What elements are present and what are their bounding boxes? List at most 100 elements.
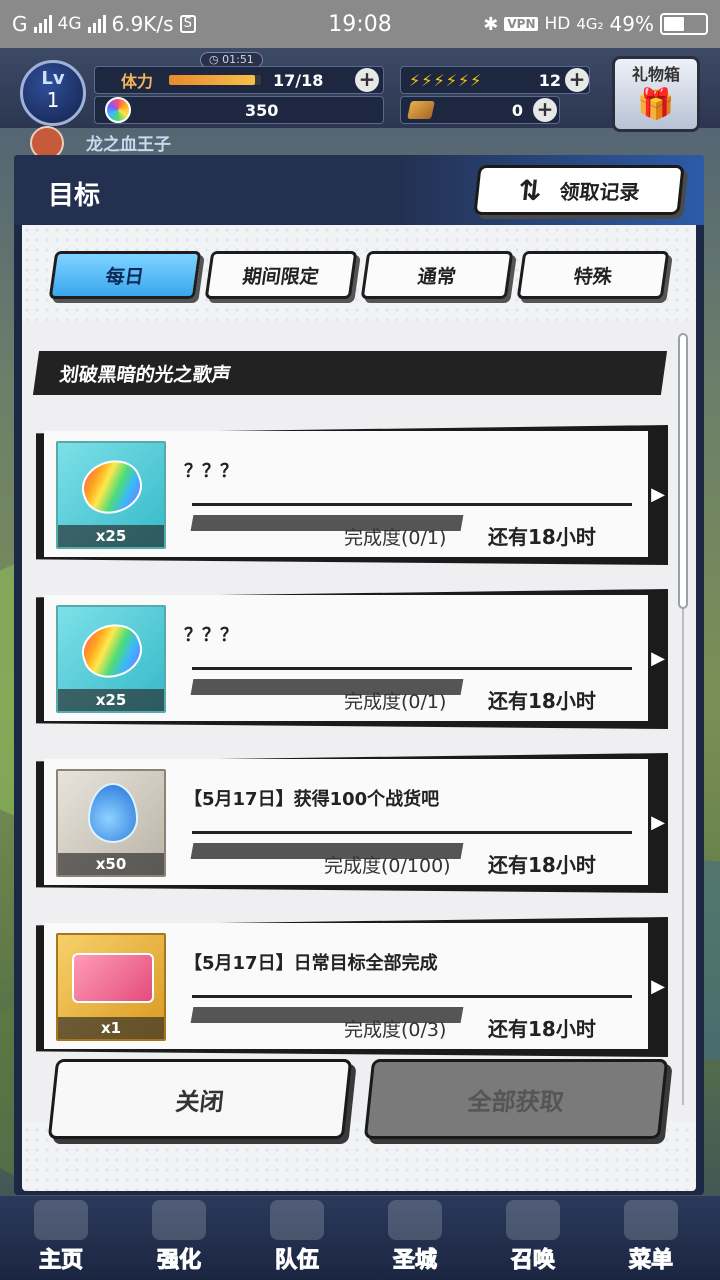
divider	[192, 503, 632, 506]
nav-label: 圣城	[392, 1248, 437, 1274]
book-icon	[624, 1200, 678, 1240]
stamina-bar	[169, 75, 261, 85]
carrier-label: G	[12, 12, 28, 36]
progress-text: 完成度(0/1)	[344, 527, 447, 549]
add-bolts-button[interactable]: +	[565, 68, 589, 92]
progress-text: 完成度(0/1)	[344, 691, 447, 713]
reward-icon: x1	[56, 933, 166, 1041]
tab-daily[interactable]: 每日	[48, 251, 202, 299]
water-drop-icon	[88, 783, 138, 843]
lightning-bolts-icon: ⚡⚡⚡⚡⚡⚡	[409, 70, 482, 90]
signal-strength-icon	[33, 15, 52, 33]
claim-all-label: 全部获取	[466, 1087, 566, 1116]
nav-label: 队伍	[274, 1248, 319, 1274]
section-header: 划破黑暗的光之歌声	[32, 351, 668, 395]
claim-records-label: 领取记录	[558, 179, 641, 204]
section-title: 划破黑暗的光之歌声	[58, 363, 233, 386]
chevron-right-icon[interactable]: ▶	[648, 431, 668, 557]
gems-row: 350	[94, 96, 384, 124]
close-button[interactable]: 关闭	[47, 1059, 353, 1139]
nav-label: 主页	[38, 1248, 83, 1274]
reward-icon: x25	[56, 605, 166, 713]
tab-normal[interactable]: 通常	[360, 251, 514, 299]
hd-label: HD	[544, 14, 571, 34]
reward-count: x1	[58, 1017, 164, 1039]
task-item[interactable]: x1 【5月17日】日常目标全部完成 完成度(0/3) 还有18小时 ▶	[36, 917, 668, 1057]
remaining-time: 还有18小时	[488, 525, 596, 549]
tab-normal-label: 通常	[416, 265, 458, 288]
vpn-badge: VPN	[504, 17, 539, 31]
home-icon	[34, 1200, 88, 1240]
nav-team[interactable]: 队伍	[242, 1200, 352, 1278]
chevron-right-icon[interactable]: ▶	[648, 595, 668, 721]
progress-text: 完成度(0/100)	[324, 855, 451, 877]
chevron-right-icon[interactable]: ▶	[648, 759, 668, 885]
ticket-icon	[72, 953, 154, 1003]
nav-label: 召唤	[510, 1248, 555, 1274]
nav-summon[interactable]: 召唤	[478, 1200, 588, 1278]
dialog-title: 目标	[48, 181, 101, 211]
tab-limited-label: 期间限定	[241, 265, 321, 288]
signal-strength-icon-2	[87, 15, 106, 33]
task-item[interactable]: x25 ？？？ 完成度(0/1) 还有18小时 ▶	[36, 425, 668, 565]
task-name: 【5月17日】日常目标全部完成	[184, 953, 438, 974]
dialog-header: 目标 ⇅ 领取记录	[14, 155, 704, 225]
claim-all-button[interactable]: 全部获取	[363, 1059, 669, 1139]
tab-limited[interactable]: 期间限定	[204, 251, 358, 299]
add-stamina-button[interactable]: +	[355, 68, 379, 92]
gift-box-button[interactable]: 礼物箱 🎁	[612, 56, 700, 132]
nav-menu[interactable]: 菜单	[596, 1200, 706, 1278]
task-name: ？？？	[184, 461, 238, 482]
task-list[interactable]: 划破黑暗的光之歌声 x25 ？？？ 完成度(0/1) 还有18小时 ▶ x25 …	[22, 321, 696, 1121]
bolts-value: 12	[538, 70, 561, 90]
goals-dialog: 目标 ⇅ 领取记录 每日 期间限定 通常 特殊 划破黑暗的光之歌声 x25 ？？…	[14, 155, 704, 1195]
claim-records-button[interactable]: ⇅ 领取记录	[473, 165, 685, 215]
dialog-body: 每日 期间限定 通常 特殊 划破黑暗的光之歌声 x25 ？？？ 完成度(0/1)…	[22, 225, 696, 1191]
refresh-icon: ⇅	[516, 173, 544, 207]
gift-box-label: 礼物箱	[631, 65, 680, 84]
chevron-right-icon[interactable]: ▶	[648, 923, 668, 1049]
tab-special[interactable]: 特殊	[516, 251, 670, 299]
close-button-label: 关闭	[174, 1087, 226, 1116]
task-item[interactable]: x50 【5月17日】获得100个战货吧 完成度(0/100) 还有18小时 ▶	[36, 753, 668, 893]
task-name: ？？？	[184, 625, 238, 646]
task-item[interactable]: x25 ？？？ 完成度(0/1) 还有18小时 ▶	[36, 589, 668, 729]
reward-icon: x25	[56, 441, 166, 549]
level-value: 1	[46, 88, 60, 112]
summon-icon	[506, 1200, 560, 1240]
coin-icon	[407, 101, 435, 119]
tab-bar: 每日 期间限定 通常 特殊	[22, 225, 696, 319]
coins-row: 0 +	[400, 96, 560, 124]
tab-daily-label: 每日	[104, 265, 146, 288]
level-badge[interactable]: Lv 1	[20, 60, 86, 126]
reward-count: x50	[58, 853, 164, 875]
network-type-right: 4G₂	[576, 15, 604, 33]
divider	[192, 995, 632, 998]
sim-badge: S	[179, 15, 196, 33]
gems-value: 350	[245, 100, 279, 120]
divider	[192, 831, 632, 834]
reward-count: x25	[58, 689, 164, 711]
scrollbar[interactable]	[678, 333, 688, 609]
nav-enhance[interactable]: 强化	[124, 1200, 234, 1278]
remaining-time: 还有18小时	[488, 853, 596, 877]
bolts-row: ⚡⚡⚡⚡⚡⚡ 12 +	[400, 66, 590, 94]
nav-label: 菜单	[628, 1248, 673, 1274]
nav-holy-city[interactable]: 圣城	[360, 1200, 470, 1278]
reward-count: x25	[58, 525, 164, 547]
add-coins-button[interactable]: +	[533, 98, 557, 122]
task-name: 【5月17日】获得100个战货吧	[184, 789, 440, 810]
battery-icon	[660, 13, 708, 35]
nav-home[interactable]: 主页	[6, 1200, 116, 1278]
rainbow-gem-icon	[105, 97, 131, 123]
remaining-time: 还有18小时	[488, 1017, 596, 1041]
enhance-icon	[152, 1200, 206, 1240]
team-icon	[270, 1200, 324, 1240]
tab-special-label: 特殊	[572, 265, 614, 288]
network-speed: 6.9K/s	[111, 12, 174, 36]
stamina-row: 体力 17/18 +	[94, 66, 384, 94]
dialog-actions: 关闭 全部获取	[22, 1059, 696, 1191]
stamina-timer-value: 01:51	[222, 53, 254, 66]
coins-value: 0	[511, 100, 523, 120]
rainbow-gem-icon	[74, 452, 150, 522]
